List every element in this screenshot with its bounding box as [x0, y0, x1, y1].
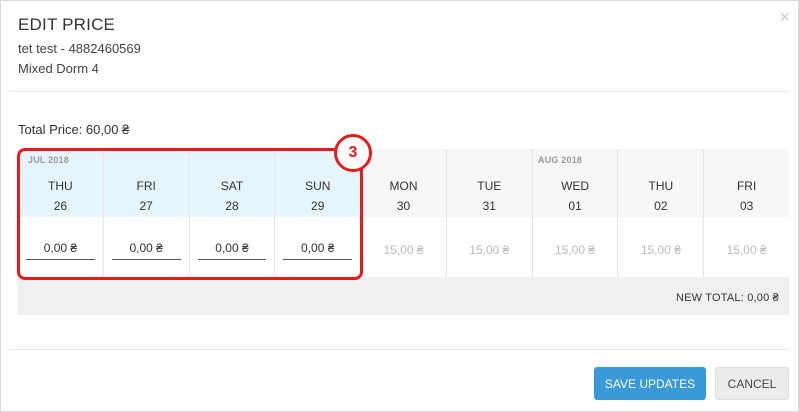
price-placeholder: 15,00 ₴ [726, 243, 767, 257]
price-cell[interactable]: 15,00 ₴ [446, 217, 532, 277]
price-cell [275, 217, 361, 277]
day-number: 02 [654, 199, 668, 213]
day-of-week: TUE [477, 179, 502, 193]
price-cell [189, 217, 275, 277]
month-label-july: JUL 2018 [28, 155, 69, 165]
price-cell [18, 217, 103, 277]
price-cell[interactable]: 15,00 ₴ [532, 217, 618, 277]
day-column: WED 01 15,00 ₴ [532, 149, 619, 277]
price-placeholder: 15,00 ₴ [469, 243, 510, 257]
price-placeholder: 15,00 ₴ [383, 243, 424, 257]
price-cell[interactable]: 15,00 ₴ [618, 217, 704, 277]
price-placeholder: 15,00 ₴ [640, 243, 681, 257]
edit-price-modal: EDIT PRICE tet test - 4882460569 Mixed D… [0, 0, 799, 412]
header-divider [9, 91, 790, 92]
day-column: THU 02 15,00 ₴ [618, 149, 705, 277]
day-of-week: THU [48, 179, 73, 193]
price-input[interactable] [283, 237, 353, 260]
modal-title: EDIT PRICE [18, 15, 116, 34]
day-number: 03 [739, 199, 754, 213]
day-number: 01 [568, 199, 582, 213]
day-column: FRI 03 15,00 ₴ [704, 149, 790, 277]
day-column: SAT 28 [189, 149, 276, 277]
day-number: 27 [139, 199, 153, 213]
price-cell [103, 217, 189, 277]
day-of-week: WED [561, 179, 590, 193]
day-column: THU 26 [18, 149, 104, 277]
cancel-button[interactable]: CANCEL [715, 367, 789, 400]
day-number: 28 [225, 199, 239, 213]
price-input[interactable] [111, 237, 181, 260]
day-of-week: THU [648, 179, 674, 193]
price-cell[interactable]: 15,00 ₴ [361, 217, 446, 277]
day-columns: THU 26 FRI 27 SAT 28 SU [18, 149, 790, 277]
price-calendar: THU 26 FRI 27 SAT 28 SU [18, 149, 790, 315]
room-name: Mixed Dorm 4 [18, 61, 99, 76]
price-input[interactable] [197, 237, 267, 260]
total-price: Total Price: 60,00 ₴ [18, 122, 130, 137]
price-cell[interactable]: 15,00 ₴ [704, 217, 790, 277]
day-of-week: FRI [136, 179, 156, 193]
save-updates-button[interactable]: SAVE UPDATES [594, 367, 706, 400]
day-number: 31 [482, 199, 496, 213]
day-of-week: SUN [305, 179, 331, 193]
price-input[interactable] [26, 237, 95, 260]
day-number: 26 [53, 199, 68, 213]
close-icon[interactable]: × [779, 8, 790, 26]
day-column: MON 30 15,00 ₴ [361, 149, 447, 277]
day-of-week: MON [389, 179, 418, 193]
day-of-week: SAT [220, 179, 244, 193]
day-column: FRI 27 [103, 149, 190, 277]
day-number: 30 [396, 199, 411, 213]
month-label-august: AUG 2018 [538, 155, 583, 165]
guest-info: tet test - 4882460569 [18, 41, 141, 56]
price-placeholder: 15,00 ₴ [555, 243, 596, 257]
day-of-week: FRI [736, 179, 757, 193]
day-column: TUE 31 15,00 ₴ [446, 149, 533, 277]
new-total: NEW TOTAL: 0,00 ₴ [675, 292, 779, 304]
annotation-step-badge: 3 [334, 134, 372, 172]
day-number: 29 [311, 199, 325, 213]
footer-divider [9, 349, 790, 350]
